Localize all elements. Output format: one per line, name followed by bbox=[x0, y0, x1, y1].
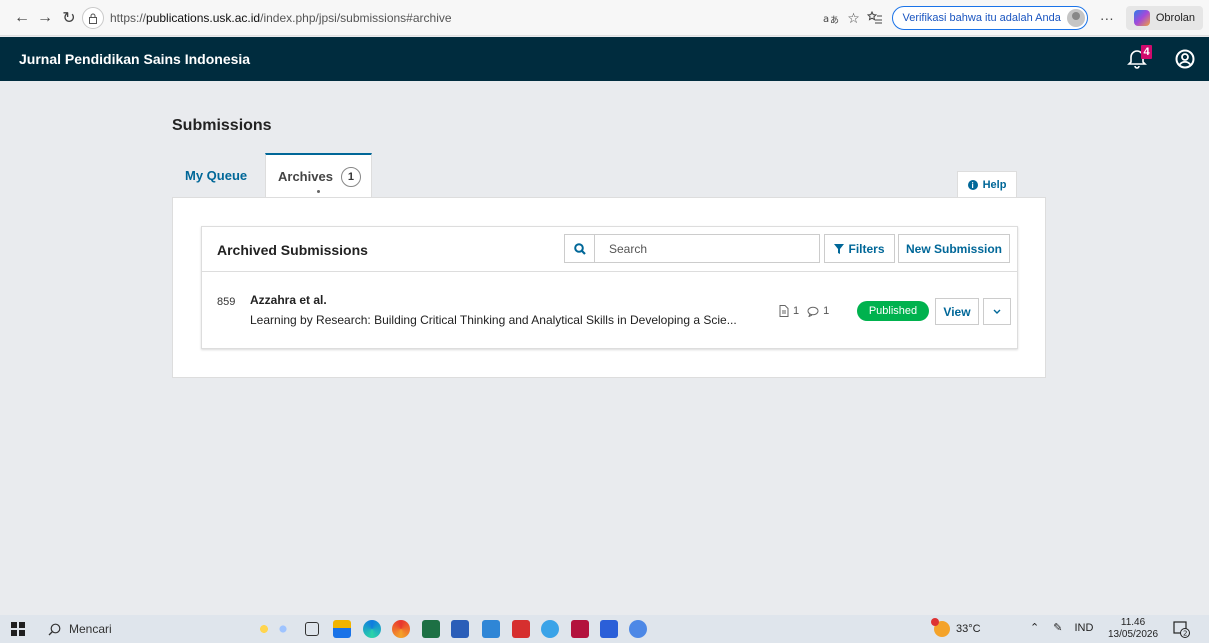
forward-arrow-icon[interactable]: → bbox=[34, 7, 56, 29]
submissions-list-card: Archived Submissions Filters New Submiss… bbox=[201, 226, 1018, 349]
weather-icon bbox=[931, 618, 950, 637]
verify-identity-button[interactable]: Verifikasi bahwa itu adalah Anda bbox=[892, 6, 1088, 30]
search-input[interactable] bbox=[595, 235, 815, 262]
profile-avatar-icon bbox=[1066, 9, 1085, 27]
tab-archives[interactable]: Archives 1 bbox=[265, 153, 372, 198]
favorites-list-icon[interactable] bbox=[864, 7, 886, 29]
filter-icon bbox=[834, 243, 845, 254]
app-header: Jurnal Pendidikan Sains Indonesia bbox=[0, 37, 1209, 81]
search-icon bbox=[48, 623, 61, 635]
teams-icon[interactable] bbox=[629, 620, 647, 638]
windows-taskbar: Mencari 33°C ⌃ ✎ IND 11.46 13/05/2026 2 bbox=[0, 615, 1209, 643]
photos-icon[interactable] bbox=[482, 620, 500, 638]
pdf-reader-icon[interactable] bbox=[512, 620, 530, 638]
copilot-button[interactable]: Obrolan bbox=[1125, 6, 1203, 30]
chevron-down-icon bbox=[993, 309, 1001, 314]
chevron-up-icon[interactable]: ⌃ bbox=[1030, 621, 1039, 634]
address-bar[interactable]: https://publications.usk.ac.id/index.php… bbox=[82, 5, 782, 31]
mendeley-icon[interactable] bbox=[571, 620, 589, 638]
copilot-label: Obrolan bbox=[1155, 12, 1195, 24]
date: 13/05/2026 bbox=[1108, 629, 1159, 640]
copilot-icon bbox=[1133, 10, 1150, 26]
files-count: 1 bbox=[779, 305, 799, 317]
filters-label: Filters bbox=[848, 241, 885, 256]
new-submission-label: New Submission bbox=[905, 241, 1003, 256]
app-icon[interactable] bbox=[600, 620, 618, 638]
reload-icon[interactable]: ↻ bbox=[58, 7, 80, 29]
pen-icon[interactable]: ✎ bbox=[1053, 621, 1062, 634]
zoom-icon[interactable] bbox=[541, 620, 559, 638]
excel-icon[interactable] bbox=[422, 620, 440, 638]
windows-start-icon[interactable] bbox=[11, 622, 25, 636]
status-badge: Published bbox=[857, 301, 929, 321]
search-box bbox=[564, 234, 820, 263]
file-icon bbox=[779, 305, 789, 317]
info-icon: i bbox=[967, 180, 978, 190]
verify-label: Verifikasi bahwa itu adalah Anda bbox=[902, 12, 1061, 24]
notification-center-icon[interactable]: 2 bbox=[1172, 620, 1190, 638]
help-label: Help bbox=[982, 179, 1007, 191]
tab-my-queue[interactable]: My Queue bbox=[172, 153, 262, 198]
svg-text:あ: あ bbox=[830, 15, 839, 25]
discussions-count-value: 1 bbox=[823, 305, 830, 317]
page-title: Submissions bbox=[172, 117, 272, 134]
browser-toolbar: ← → ↻ https://publications.usk.ac.id/ind… bbox=[0, 0, 1209, 36]
translate-icon[interactable]: aあ bbox=[820, 7, 842, 29]
clock[interactable]: 11.46 13/05/2026 bbox=[1108, 617, 1158, 641]
site-info-icon[interactable] bbox=[82, 7, 104, 29]
filters-button[interactable]: Filters bbox=[824, 234, 895, 263]
tab-count-badge: 1 bbox=[340, 166, 361, 187]
list-header: Archived Submissions Filters New Submiss… bbox=[202, 227, 1017, 272]
word-icon[interactable] bbox=[451, 620, 469, 638]
system-tray: ⌃ ✎ IND bbox=[1030, 621, 1093, 635]
files-count-value: 1 bbox=[793, 305, 800, 317]
list-item[interactable]: 859 Azzahra et al. Learning by Research:… bbox=[202, 273, 1017, 348]
powerpoint-icon[interactable] bbox=[392, 620, 410, 638]
search-icon[interactable] bbox=[565, 235, 595, 262]
time: 11.46 bbox=[1120, 617, 1146, 628]
submission-id: 859 bbox=[217, 296, 236, 308]
expand-button[interactable] bbox=[983, 298, 1011, 325]
taskbar-search[interactable]: Mencari bbox=[40, 617, 180, 641]
notif-count: 2 bbox=[1183, 630, 1187, 638]
tab-label: My Queue bbox=[185, 168, 248, 183]
weather-widget[interactable]: 33°C bbox=[931, 618, 981, 637]
list-title: Archived Submissions bbox=[217, 242, 368, 258]
submission-authors: Azzahra et al. bbox=[250, 293, 327, 307]
taskbar-search-label: Mencari bbox=[69, 622, 112, 636]
url-path: /index.php/jpsi/submissions#archive bbox=[260, 11, 452, 25]
notification-badge: 4 bbox=[1141, 45, 1152, 59]
journal-title[interactable]: Jurnal Pendidikan Sains Indonesia bbox=[19, 51, 250, 67]
help-button[interactable]: i Help bbox=[957, 171, 1017, 198]
user-account-icon[interactable] bbox=[1175, 49, 1195, 69]
submission-title: Learning by Research: Building Critical … bbox=[250, 313, 737, 327]
submission-meta: 1 1 bbox=[779, 305, 837, 317]
svg-text:a: a bbox=[823, 14, 829, 25]
temperature: 33°C bbox=[956, 623, 981, 635]
file-explorer-icon[interactable] bbox=[333, 620, 351, 638]
active-tab-indicator bbox=[317, 190, 320, 193]
comment-icon bbox=[807, 306, 819, 317]
language-indicator[interactable]: IND bbox=[1074, 622, 1093, 634]
back-arrow-icon[interactable]: ← bbox=[11, 7, 33, 29]
url-prefix: https:// bbox=[110, 11, 147, 25]
view-button[interactable]: View bbox=[935, 298, 979, 325]
discussions-count: 1 bbox=[807, 305, 829, 317]
more-menu-icon[interactable]: ··· bbox=[1096, 7, 1118, 29]
tab-label: Archives bbox=[278, 169, 333, 184]
url-host: publications.usk.ac.id bbox=[146, 11, 261, 25]
copilot-sparkle-icon[interactable] bbox=[255, 620, 273, 638]
sparkle-icon bbox=[276, 620, 290, 638]
edge-browser-icon[interactable] bbox=[363, 620, 381, 638]
favorite-star-icon[interactable]: ☆ bbox=[842, 7, 864, 29]
new-submission-button[interactable]: New Submission bbox=[898, 234, 1010, 263]
task-view-icon[interactable] bbox=[305, 622, 319, 636]
